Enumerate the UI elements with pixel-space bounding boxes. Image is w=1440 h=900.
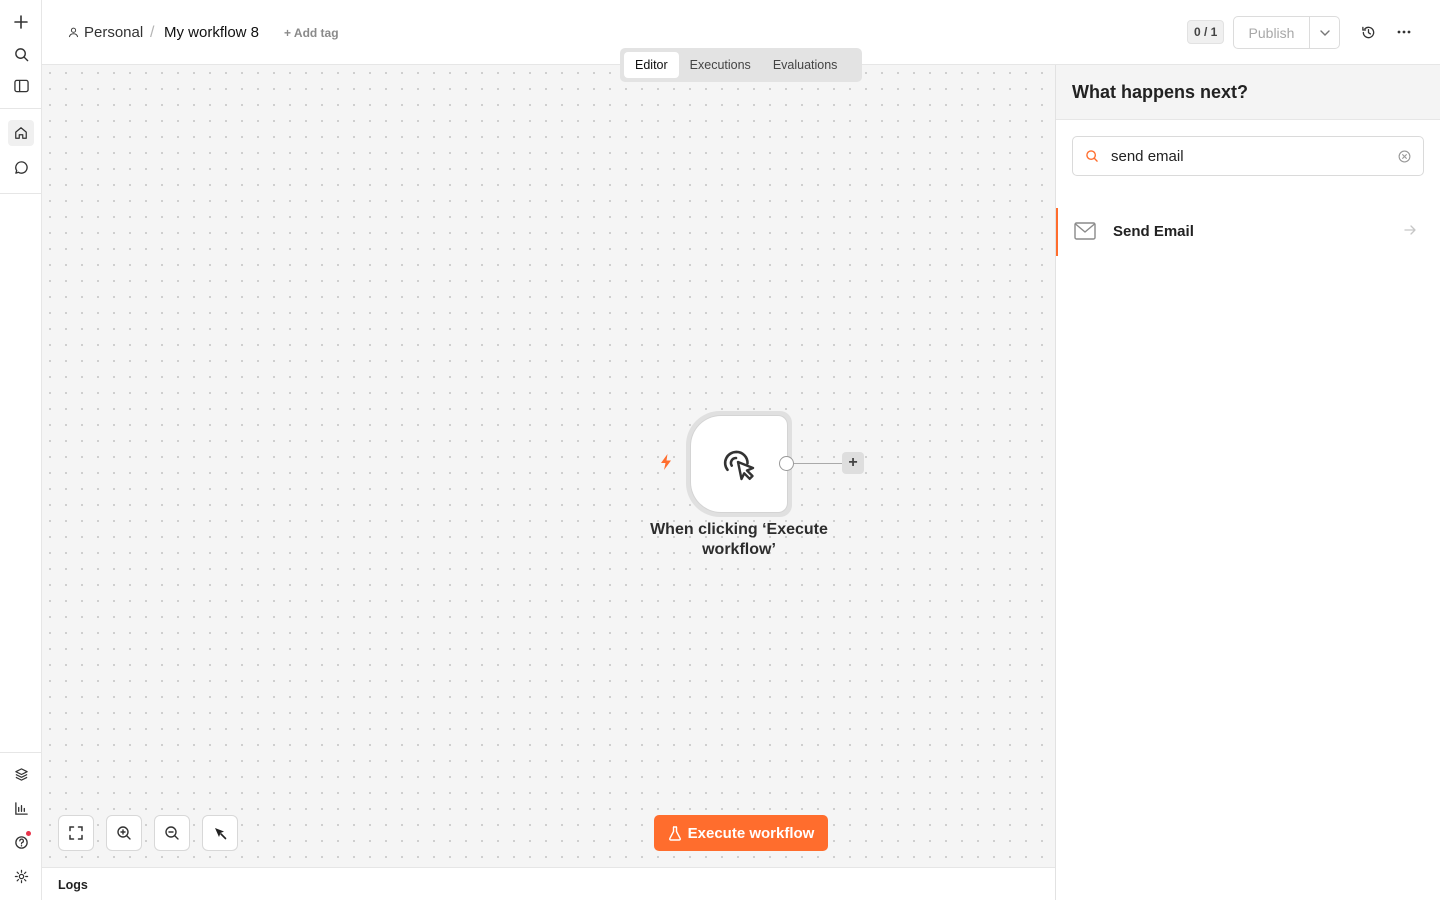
breadcrumb-project-label: Personal <box>84 24 144 41</box>
tab-editor[interactable]: Editor <box>624 52 679 78</box>
clear-search-icon[interactable] <box>1398 150 1411 163</box>
flask-icon <box>668 825 681 841</box>
search-icon <box>1086 150 1098 162</box>
node-search-input[interactable]: send email <box>1072 136 1424 176</box>
chat-icon[interactable] <box>8 154 34 180</box>
publish-counter-badge: 0 / 1 <box>1187 20 1225 44</box>
result-item[interactable]: Send Email <box>1056 208 1440 256</box>
settings-icon[interactable] <box>8 863 34 889</box>
zoom-in-icon <box>117 826 131 840</box>
publish-button[interactable]: Publish <box>1234 17 1309 48</box>
trigger-node[interactable] <box>686 411 792 517</box>
help-icon[interactable] <box>8 829 34 855</box>
tidy-up-button[interactable] <box>202 815 238 851</box>
execute-workflow-label: Execute workflow <box>687 824 815 842</box>
more-options-icon[interactable] <box>1392 20 1416 44</box>
logs-bar[interactable]: Logs <box>42 867 1055 900</box>
trigger-node-body <box>691 416 787 512</box>
trigger-node-label: When clicking ‘Execute workflow’ <box>650 521 828 558</box>
sidebar-divider <box>0 108 42 109</box>
arrow-right-icon <box>1404 225 1416 235</box>
user-icon <box>68 27 79 38</box>
add-icon[interactable] <box>8 9 34 35</box>
zoom-out-button[interactable] <box>154 815 190 851</box>
search-input-value: send email <box>1111 148 1184 165</box>
zoom-out-icon <box>165 826 179 840</box>
home-icon[interactable] <box>8 120 34 146</box>
node-output-connector <box>794 463 843 464</box>
workflow-title[interactable]: My workflow 8 <box>164 24 259 41</box>
pointer-click-icon <box>723 450 755 481</box>
breadcrumb-separator: / <box>150 24 155 41</box>
fit-view-icon <box>69 826 83 840</box>
fit-view-button[interactable] <box>58 815 94 851</box>
left-sidebar <box>0 0 42 900</box>
wand-icon <box>215 828 227 840</box>
sidebar-divider <box>0 193 42 194</box>
logs-label: Logs <box>58 878 88 892</box>
tab-evaluations[interactable]: Evaluations <box>762 52 849 78</box>
workflow-canvas[interactable]: + When clicking ‘Execute workflow’ Execu… <box>42 65 1055 867</box>
add-node-plus-icon[interactable]: + <box>842 452 864 474</box>
view-tabs: Editor Executions Evaluations <box>620 48 862 82</box>
result-item-label: Send Email <box>1113 223 1194 240</box>
node-output-handle[interactable] <box>779 456 794 471</box>
insights-icon[interactable] <box>8 795 34 821</box>
history-icon[interactable] <box>1356 20 1380 44</box>
tab-executions[interactable]: Executions <box>679 52 762 78</box>
notification-dot <box>26 831 31 836</box>
templates-icon[interactable] <box>8 761 34 787</box>
envelope-icon <box>1074 222 1096 240</box>
add-tag-button[interactable]: + Add tag <box>284 26 339 40</box>
sidebar-divider <box>0 752 42 753</box>
publish-button-group: Publish <box>1233 16 1340 49</box>
zoom-in-button[interactable] <box>106 815 142 851</box>
panel-title: What happens next? <box>1056 65 1440 120</box>
collapse-sidebar-icon[interactable] <box>8 73 34 99</box>
chevron-down-icon <box>1319 29 1330 36</box>
search-icon[interactable] <box>8 41 34 67</box>
breadcrumb-project[interactable]: Personal <box>68 24 143 41</box>
node-creator-panel: What happens next? send email Send Email <box>1055 65 1440 900</box>
execute-workflow-button[interactable]: Execute workflow <box>654 815 828 851</box>
publish-dropdown-button[interactable] <box>1309 17 1339 48</box>
trigger-bolt-icon <box>658 453 674 476</box>
